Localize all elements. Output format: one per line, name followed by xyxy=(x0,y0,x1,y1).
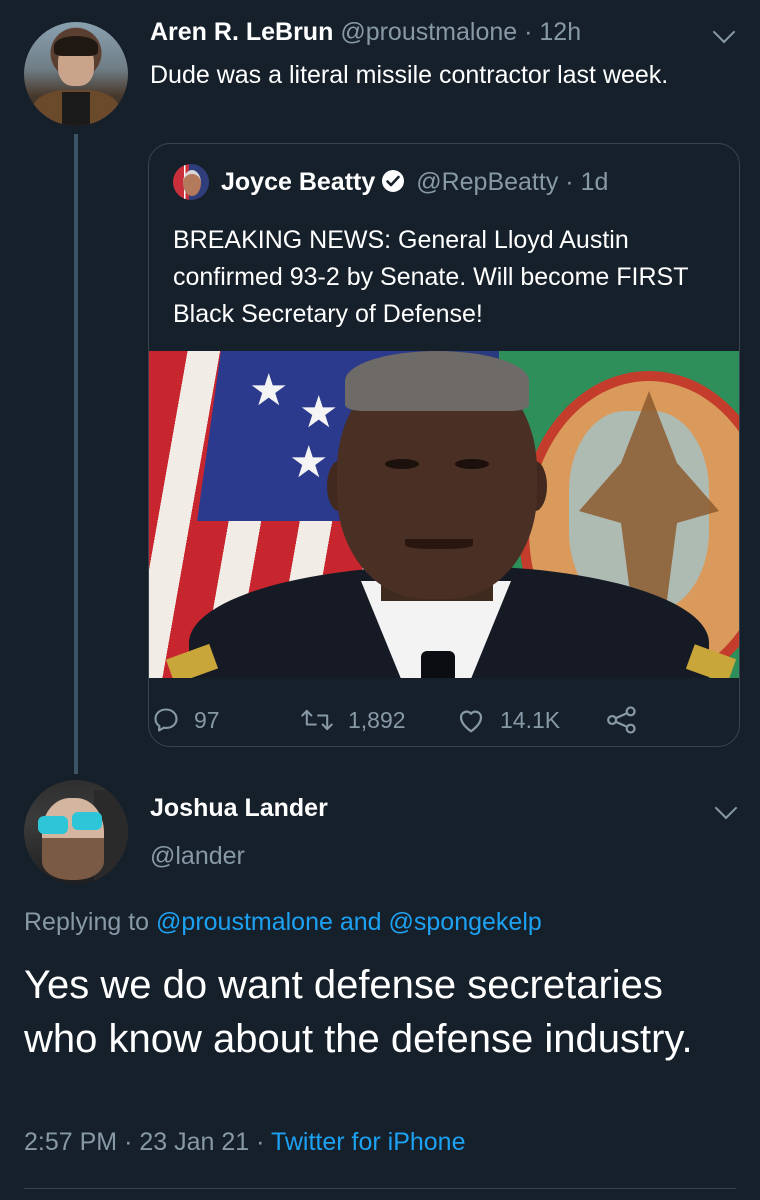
source-link[interactable]: Twitter for iPhone xyxy=(271,1128,466,1156)
avatar-repbeatty[interactable] xyxy=(173,164,209,200)
verified-badge-icon xyxy=(381,169,405,200)
avatar-joshua[interactable] xyxy=(24,780,128,884)
divider xyxy=(24,1188,736,1189)
separator: · xyxy=(565,168,574,196)
tweet-text: Dude was a literal missile contractor la… xyxy=(150,61,669,89)
separator: · xyxy=(124,1128,133,1156)
replying-to: Replying to @proustmalone and @spongekel… xyxy=(24,908,542,937)
display-name[interactable]: Joshua Lander xyxy=(150,794,328,823)
chevron-down-icon[interactable] xyxy=(714,796,738,820)
retweet-icon xyxy=(300,706,334,734)
reply-icon xyxy=(152,706,180,734)
handle[interactable]: @proustmalone xyxy=(340,18,517,46)
quote-text: BREAKING NEWS: General Lloyd Austin conf… xyxy=(173,226,689,328)
heart-icon xyxy=(456,706,486,734)
share-button[interactable] xyxy=(606,700,638,740)
reply-button[interactable]: 97 xyxy=(152,700,220,740)
replying-and: and xyxy=(339,908,382,936)
share-icon xyxy=(606,705,638,735)
handle: @RepBeatty xyxy=(416,168,559,196)
timestamp: 1d xyxy=(580,168,609,196)
date[interactable]: 23 Jan 21 xyxy=(139,1128,249,1156)
handle[interactable]: @lander xyxy=(150,842,245,871)
quoted-tweet[interactable]: Joyce Beatty @RepBeatty · 1d BREAKING NE… xyxy=(148,143,740,747)
tweet-text: Yes we do want defense secretaries who k… xyxy=(24,963,693,1061)
display-name[interactable]: Aren R. LeBrun xyxy=(150,18,333,46)
chevron-down-icon[interactable] xyxy=(712,20,736,44)
avatar-aren[interactable] xyxy=(24,22,128,126)
like-button[interactable]: 14.1K xyxy=(456,700,560,740)
tweet-meta: 2:57 PM · 23 Jan 21 · Twitter for iPhone xyxy=(24,1128,465,1157)
quote-header: Joyce Beatty @RepBeatty · 1d xyxy=(221,168,608,200)
separator: · xyxy=(524,18,533,46)
mention-link[interactable]: @proustmalone xyxy=(156,908,333,936)
retweet-count: 1,892 xyxy=(348,706,406,733)
thread-line xyxy=(74,134,78,774)
tweet-header: Aren R. LeBrun @proustmalone · 12h xyxy=(150,18,581,47)
retweet-button[interactable]: 1,892 xyxy=(300,700,406,740)
display-name[interactable]: Joyce Beatty xyxy=(221,168,375,196)
tweet-parent[interactable]: Aren R. LeBrun @proustmalone · 12h Dude … xyxy=(0,0,760,780)
timestamp[interactable]: 12h xyxy=(539,18,581,46)
mention-link[interactable]: @spongekelp xyxy=(389,908,542,936)
replying-prefix: Replying to xyxy=(24,908,150,936)
portrait-photo[interactable]: ★ ★ ★ xyxy=(149,351,739,678)
separator: · xyxy=(256,1128,265,1156)
reply-count: 97 xyxy=(194,706,220,733)
like-count: 14.1K xyxy=(500,706,561,733)
timestamp[interactable]: 2:57 PM xyxy=(24,1128,117,1156)
